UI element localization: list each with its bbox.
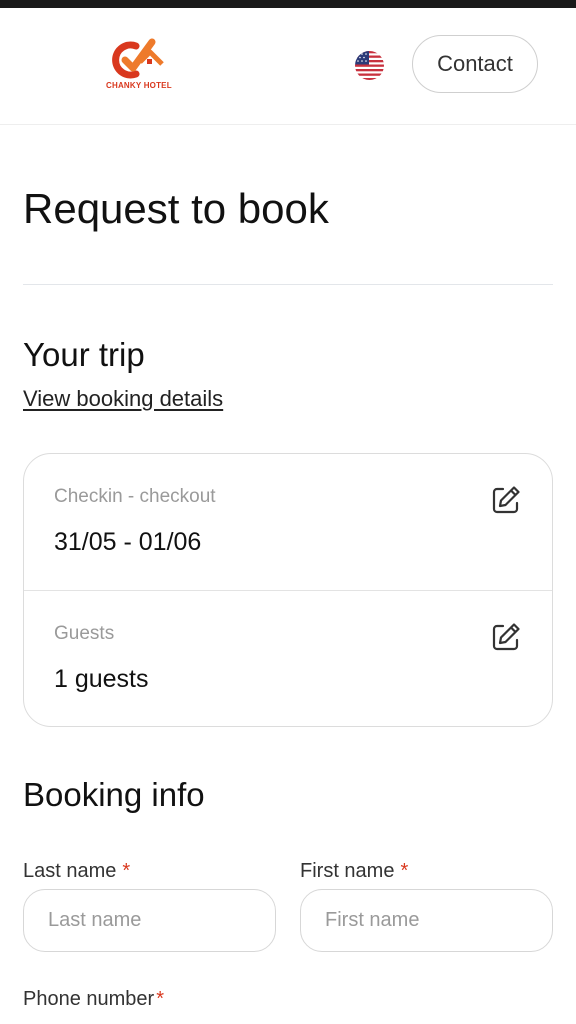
last-name-label: Last name * [23,860,130,883]
first-name-label: First name * [300,860,408,883]
divider [23,284,553,285]
first-name-label-text: First name [300,860,395,882]
last-name-label-text: Last name [23,860,117,882]
header: CHANKY HOTEL Contact [0,8,576,125]
edit-icon[interactable] [490,484,522,516]
guests-value: 1 guests [54,665,149,693]
last-name-input[interactable] [23,889,276,952]
contact-button[interactable]: Contact [412,35,538,93]
phone-number-label: Phone number * [23,988,164,1011]
us-flag-icon[interactable] [355,51,384,80]
trip-card: Checkin - checkout 31/05 - 01/06 Guests … [23,453,553,727]
page-title: Request to book [23,185,329,232]
guests-row: Guests 1 guests [24,591,552,727]
dates-label: Checkin - checkout [54,486,216,507]
logo-icon [112,38,164,79]
guests-label: Guests [54,623,115,644]
booking-info-heading: Booking info [23,776,205,813]
logo-text: CHANKY HOTEL [106,81,172,90]
your-trip-heading: Your trip [23,336,145,373]
hotel-logo[interactable]: CHANKY HOTEL [106,36,172,94]
required-asterisk: * [156,988,164,1010]
view-booking-details-link[interactable]: View booking details [23,386,223,412]
first-name-input[interactable] [300,889,553,952]
required-asterisk: * [400,860,409,882]
edit-icon[interactable] [490,621,522,653]
status-bar [0,0,576,8]
phone-number-label-text: Phone number [23,988,155,1010]
dates-row: Checkin - checkout 31/05 - 01/06 [24,454,552,591]
required-asterisk: * [122,860,131,882]
dates-value: 31/05 - 01/06 [54,528,202,556]
